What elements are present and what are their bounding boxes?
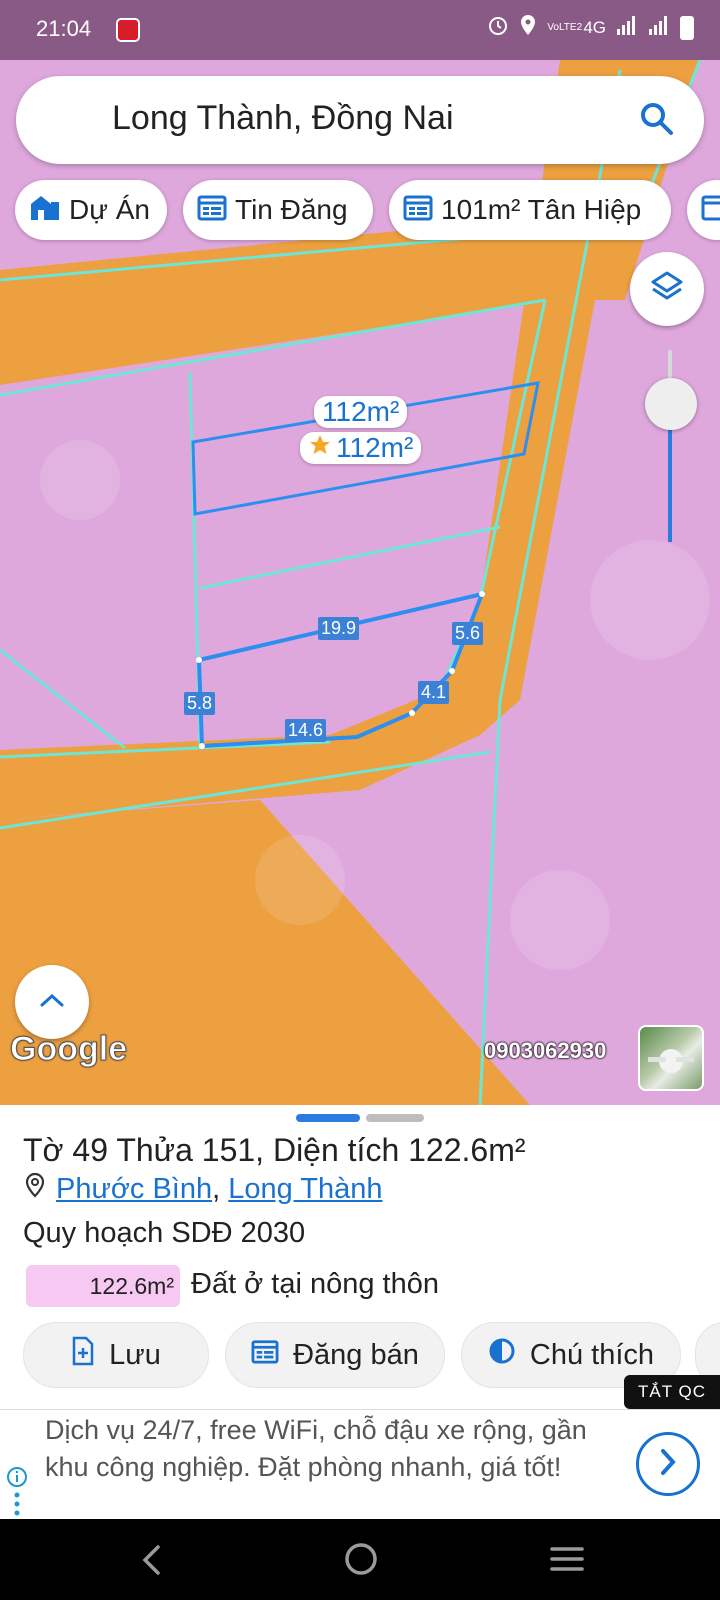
sheet-page-indicator-active[interactable]: [296, 1114, 360, 1122]
parcel-location: Phước Bình, Long Thành: [24, 1172, 383, 1206]
ward-link[interactable]: Phước Bình: [56, 1173, 212, 1205]
battery-icon: [680, 15, 694, 40]
edge-length-label: 5.8: [184, 692, 216, 715]
star-icon: [308, 432, 332, 464]
listing-icon: [251, 1338, 279, 1372]
edge-length-label: 4.1: [418, 681, 450, 704]
land-area-badge: 122.6m²: [26, 1265, 180, 1307]
chevron-up-icon: [39, 992, 65, 1013]
opacity-slider-handle[interactable]: [645, 378, 697, 430]
home-icon[interactable]: [343, 1541, 379, 1582]
post-for-sale-label: Đăng bán: [293, 1338, 419, 1371]
planning-title: Quy hoạch SDĐ 2030: [23, 1217, 306, 1249]
listing-icon: [197, 193, 227, 228]
district-link[interactable]: Long Thành: [228, 1173, 382, 1205]
search-icon[interactable]: [638, 100, 676, 143]
sheet-page-indicator[interactable]: [366, 1114, 424, 1122]
ad-menu-icon[interactable]: [14, 1492, 20, 1521]
alarm-icon: [487, 14, 509, 41]
chip-label: Dự Án: [69, 194, 150, 225]
ad-info-icon[interactable]: [6, 1466, 28, 1493]
satellite-view-thumbnail[interactable]: [638, 1025, 704, 1091]
layers-button[interactable]: [630, 252, 704, 326]
satellite-thumbnail-image: [648, 1049, 694, 1073]
signal-icon: [616, 14, 638, 41]
app-notification-icon: [116, 18, 140, 42]
save-button[interactable]: Lưu: [23, 1322, 209, 1388]
legend-label: Chú thích: [529, 1338, 655, 1371]
status-bar: 21:04 VoLTE2 4G: [0, 0, 720, 60]
listing-icon: [701, 193, 720, 228]
back-icon[interactable]: [140, 1543, 164, 1582]
recents-icon[interactable]: [550, 1545, 584, 1578]
save-label: Lưu: [109, 1338, 161, 1371]
layers-icon: [649, 269, 685, 310]
volte-label: VoLTE2: [547, 21, 583, 33]
post-for-sale-button[interactable]: Đăng bán: [225, 1322, 445, 1388]
chevron-right-icon: [658, 1447, 678, 1482]
parcel-area-label-starred[interactable]: 112m²: [300, 432, 422, 464]
network-type: 4G: [583, 17, 606, 37]
parcel-area-label[interactable]: 112m²: [314, 396, 408, 428]
ad-open-button[interactable]: [636, 1432, 700, 1496]
hide-ads-button[interactable]: TẮT QC: [624, 1375, 720, 1409]
edge-length-label: 14.6: [285, 719, 327, 742]
ad-text[interactable]: Dịch vụ 24/7, free WiFi, chỗ đậu xe rộng…: [45, 1412, 615, 1486]
chip-tin-dang[interactable]: Tin Đăng: [183, 180, 373, 240]
search-query[interactable]: Long Thành, Đồng Nai: [112, 99, 454, 138]
google-logo: Google: [9, 1030, 128, 1069]
system-nav-bar: [0, 1519, 720, 1600]
chip-101m2-tan-hiep[interactable]: 101m² Tân Hiệp: [389, 180, 671, 240]
edge-length-label: 5.6: [452, 622, 484, 645]
search-bar[interactable]: Long Thành, Đồng Nai: [16, 76, 704, 164]
listing-icon: [403, 193, 433, 228]
edge-length-label: 19.9: [318, 617, 360, 640]
location-icon: [519, 14, 537, 41]
ad-banner[interactable]: Dịch vụ 24/7, free WiFi, chỗ đậu xe rộng…: [0, 1409, 720, 1520]
chip-label: 101m² Tân Hiệp: [441, 194, 642, 225]
chip-label: Tin Đăng: [235, 194, 348, 225]
parcel-area-value: 112m²: [336, 432, 414, 463]
chip-du-an[interactable]: Dự Án: [15, 180, 167, 240]
land-type-label: Đất ở tại nông thôn: [191, 1268, 439, 1300]
expand-sheet-button[interactable]: [15, 965, 89, 1039]
location-separator: ,: [212, 1172, 221, 1205]
location-pin-icon: [24, 1172, 46, 1206]
legend-icon: [488, 1337, 516, 1373]
save-file-icon: [71, 1336, 95, 1374]
status-time: 21:04: [36, 16, 92, 41]
contact-phone[interactable]: 0903062930: [484, 1038, 606, 1064]
signal-icon: [648, 14, 670, 41]
building-icon: [29, 192, 61, 229]
parcel-title: Tờ 49 Thửa 151, Diện tích 122.6m²: [23, 1132, 526, 1168]
status-icons: VoLTE2 4G: [487, 14, 694, 41]
